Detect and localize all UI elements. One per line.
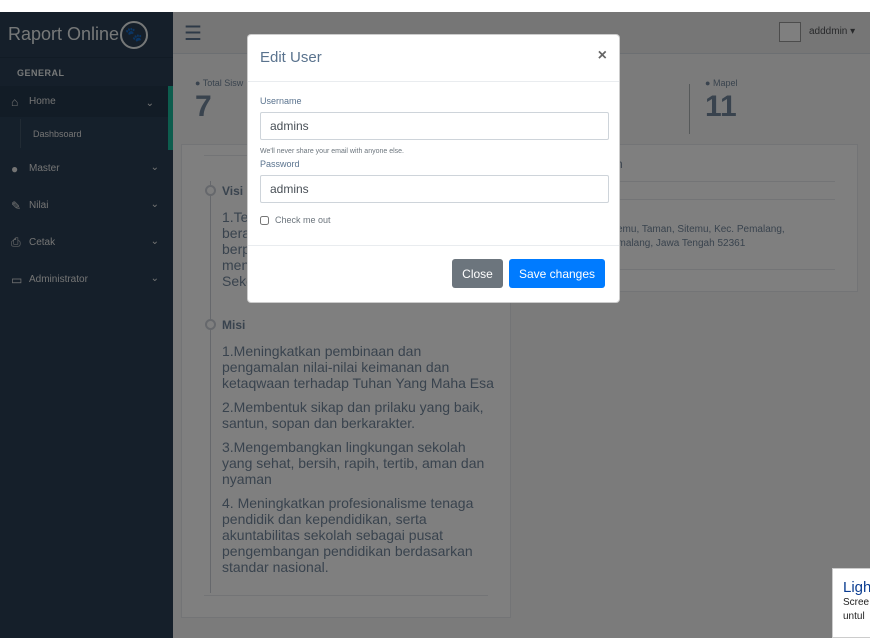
username-help-text: We'll never share your email with anyone… (260, 148, 404, 155)
top-strip (0, 0, 870, 12)
close-icon[interactable]: × (598, 47, 607, 65)
check-me-out[interactable]: Check me out (260, 215, 331, 225)
password-input[interactable] (260, 175, 609, 203)
save-changes-button[interactable]: Save changes (509, 259, 605, 288)
modal-header: Edit User × (248, 35, 619, 82)
close-button[interactable]: Close (452, 259, 503, 288)
checkbox-label: Check me out (275, 215, 331, 225)
notification-toast[interactable]: Ligh Scree untul (832, 568, 870, 638)
modal-body: Username We'll never share your email wi… (248, 82, 619, 246)
password-label: Password (260, 159, 300, 169)
modal-title: Edit User (260, 49, 322, 66)
check-me-out-checkbox[interactable] (260, 215, 269, 225)
username-label: Username (260, 96, 302, 106)
toast-text: Scree (843, 597, 870, 608)
username-input[interactable] (260, 112, 609, 140)
toast-text: untul (843, 611, 865, 622)
toast-title: Ligh (843, 579, 870, 596)
edit-user-modal: Edit User × Username We'll never share y… (247, 34, 620, 303)
